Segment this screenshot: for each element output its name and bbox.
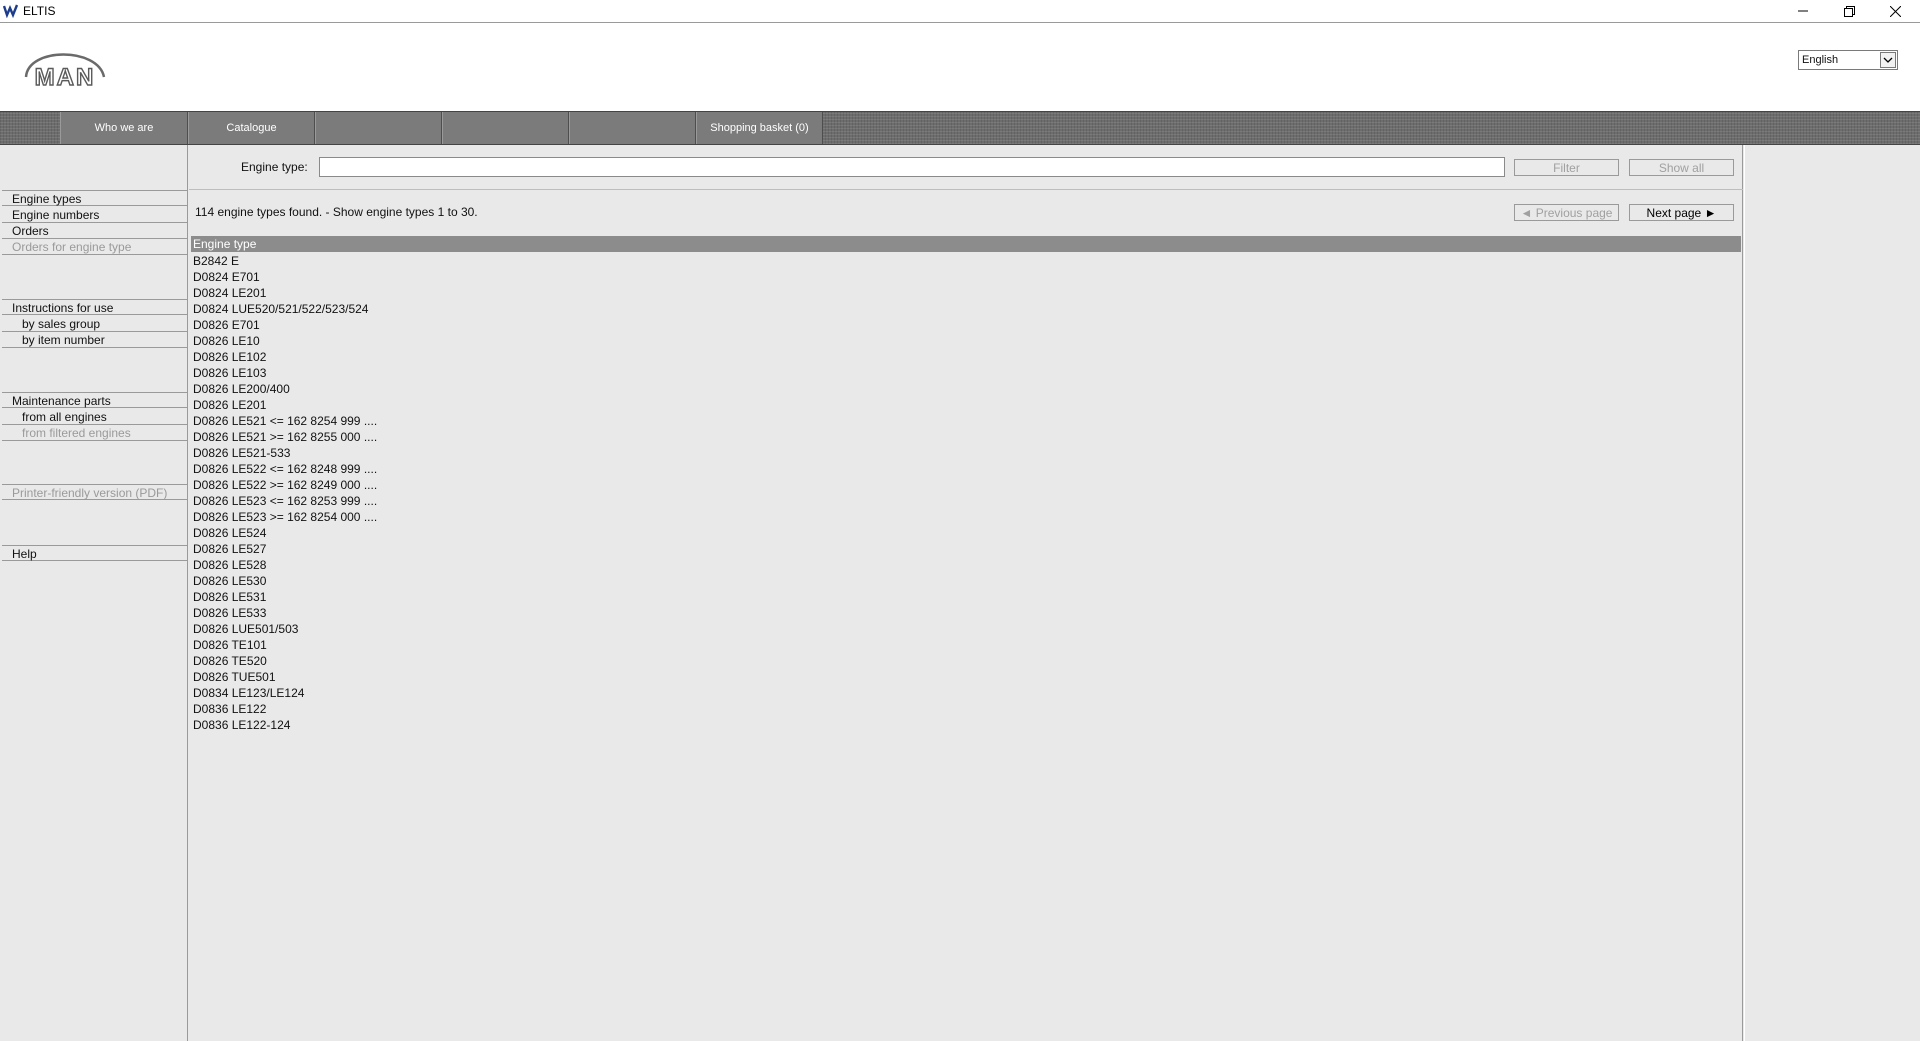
engine-type-row[interactable]: D0826 LE522 >= 162 8249 000 .... (191, 477, 1741, 493)
engine-type-row[interactable]: D0826 LE521 >= 162 8255 000 .... (191, 429, 1741, 445)
sidebar-item-help[interactable]: Help (2, 545, 188, 561)
sidebar-item-from-all-engines[interactable]: from all engines (2, 409, 188, 425)
close-icon (1889, 5, 1901, 17)
previous-page-button[interactable]: ◄ Previous page (1514, 204, 1619, 221)
nav-empty-2[interactable] (442, 112, 569, 144)
sidebar-item-by-item-number[interactable]: by item number (2, 332, 188, 348)
engine-type-row[interactable]: D0826 LE521 <= 162 8254 999 .... (191, 413, 1741, 429)
filter-row: Engine type: Filter Show all (189, 145, 1743, 190)
nav-catalogue[interactable]: Catalogue (188, 112, 315, 144)
restore-icon (1843, 5, 1855, 17)
engine-type-row[interactable]: D0826 LE522 <= 162 8248 999 .... (191, 461, 1741, 477)
results-summary: 114 engine types found. - Show engine ty… (195, 205, 478, 219)
minimize-icon (1798, 10, 1808, 12)
app-icon (3, 4, 19, 18)
logo-text: MAN (35, 64, 96, 91)
chevron-down-icon[interactable] (1880, 52, 1896, 68)
language-select[interactable]: English (1798, 50, 1898, 70)
engine-type-row[interactable]: D0826 LE10 (191, 333, 1741, 349)
sidebar-item-orders[interactable]: Orders (2, 223, 188, 239)
engine-type-row[interactable]: D0826 LE530 (191, 573, 1741, 589)
sidebar-item-from-filtered-engines: from filtered engines (2, 425, 188, 441)
engine-type-row[interactable]: D0824 LUE520/521/522/523/524 (191, 301, 1741, 317)
show-all-button[interactable]: Show all (1629, 159, 1734, 176)
engine-type-column-header: Engine type (191, 236, 1741, 252)
engine-type-row[interactable]: D0826 LE523 >= 162 8254 000 .... (191, 509, 1741, 525)
nav-who-we-are[interactable]: Who we are (60, 112, 188, 144)
nav-empty-3[interactable] (569, 112, 696, 144)
sidebar-item-instructions[interactable]: Instructions for use (2, 299, 188, 315)
restore-button[interactable] (1826, 0, 1872, 22)
next-page-button[interactable]: Next page ► (1629, 204, 1734, 221)
sidebar-item-by-sales-group[interactable]: by sales group (2, 316, 188, 332)
nav-empty-1[interactable] (315, 112, 442, 144)
engine-type-row[interactable]: D0826 LE200/400 (191, 381, 1741, 397)
content-area: Engine types Engine numbers Orders Order… (0, 145, 1920, 1041)
engine-type-row[interactable]: D0826 LE531 (191, 589, 1741, 605)
engine-type-row[interactable]: D0826 LE103 (191, 365, 1741, 381)
engine-type-row[interactable]: D0826 LE528 (191, 557, 1741, 573)
engine-type-row[interactable]: D0826 LE524 (191, 525, 1741, 541)
sidebar-item-maintenance-parts[interactable]: Maintenance parts (2, 392, 188, 408)
right-pane (1744, 145, 1920, 1041)
engine-type-row[interactable]: D0826 TUE501 (191, 669, 1741, 685)
nav-shopping-basket[interactable]: Shopping basket (0) (696, 112, 823, 144)
engine-type-row[interactable]: D0826 LE533 (191, 605, 1741, 621)
engine-type-row[interactable]: D0836 LE122 (191, 701, 1741, 717)
engine-type-list: B2842 E D0824 E701 D0824 LE201 D0824 LUE520… (191, 253, 1741, 733)
language-value: English (1802, 54, 1839, 66)
app-header: MAN English (0, 23, 1920, 111)
engine-type-row[interactable]: D0826 TE101 (191, 637, 1741, 653)
engine-type-row[interactable]: D0836 LE122-124 (191, 717, 1741, 733)
minimize-button[interactable] (1780, 0, 1826, 22)
man-logo: MAN (18, 31, 114, 92)
engine-type-row[interactable]: D0824 LE201 (191, 285, 1741, 301)
engine-type-row[interactable]: D0826 LE102 (191, 349, 1741, 365)
sidebar-item-orders-for-engine-type: Orders for engine type (2, 239, 188, 255)
filter-button[interactable]: Filter (1514, 159, 1619, 176)
engine-type-input[interactable] (319, 157, 1505, 177)
engine-type-row[interactable]: D0824 E701 (191, 269, 1741, 285)
main-nav: Who we are Catalogue Shopping basket (0) (0, 111, 1920, 145)
engine-type-row[interactable]: B2842 E (191, 253, 1741, 269)
engine-type-row[interactable]: D0826 TE520 (191, 653, 1741, 669)
engine-type-row[interactable]: D0826 LUE501/503 (191, 621, 1741, 637)
engine-type-row[interactable]: D0826 LE201 (191, 397, 1741, 413)
engine-type-row[interactable]: D0826 LE527 (191, 541, 1741, 557)
engine-type-row[interactable]: D0826 E701 (191, 317, 1741, 333)
sidebar-item-engine-types[interactable]: Engine types (2, 190, 188, 206)
window-title: ELTIS (23, 4, 56, 18)
sidebar-item-printer-friendly: Printer-friendly version (PDF) (2, 484, 188, 500)
engine-type-row[interactable]: D0826 LE523 <= 162 8253 999 .... (191, 493, 1741, 509)
close-button[interactable] (1872, 0, 1918, 22)
main-panel: Engine type: Filter Show all 114 engine … (189, 145, 1743, 1041)
engine-type-row[interactable]: D0826 LE521-533 (191, 445, 1741, 461)
engine-type-row[interactable]: D0834 LE123/LE124 (191, 685, 1741, 701)
sidebar: Engine types Engine numbers Orders Order… (2, 145, 188, 1041)
engine-type-label: Engine type: (241, 160, 308, 174)
sidebar-item-engine-numbers[interactable]: Engine numbers (2, 207, 188, 223)
window-titlebar: ELTIS (0, 0, 1920, 23)
